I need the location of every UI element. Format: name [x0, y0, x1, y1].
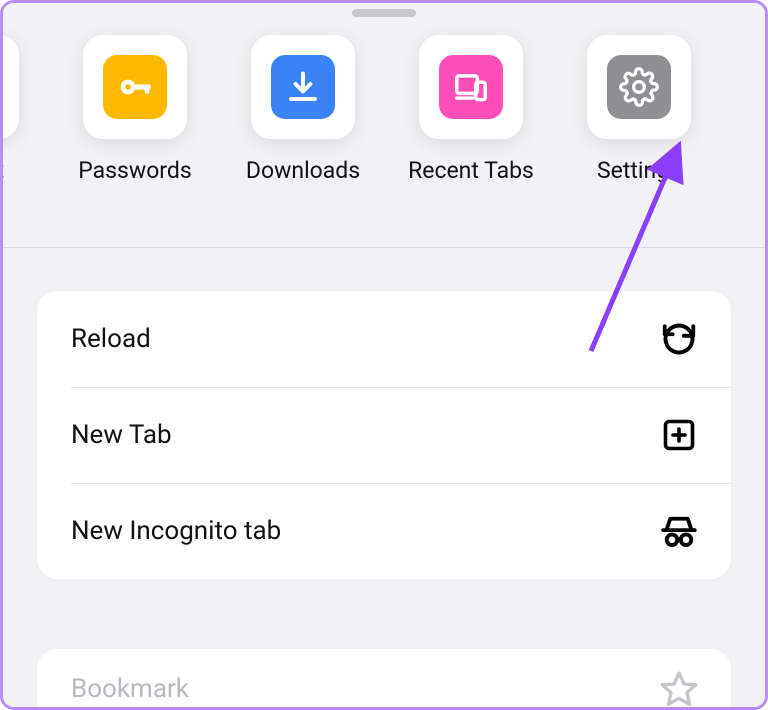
shortcut-label: ing List	[0, 157, 4, 184]
menu-label: New Incognito tab	[71, 516, 281, 546]
menu-item-new-tab[interactable]: New Tab	[37, 387, 731, 483]
shortcut-card	[419, 35, 523, 139]
menu-item-bookmark: Bookmark	[37, 649, 731, 710]
screenshot-frame: ing List Passwords	[0, 0, 768, 710]
menu-card-secondary: Bookmark	[37, 649, 731, 710]
shortcut-row[interactable]: ing List Passwords	[0, 35, 691, 184]
shortcut-reading-list[interactable]: ing List	[0, 35, 19, 184]
reload-icon	[657, 317, 701, 361]
shortcut-recent-tabs[interactable]: Recent Tabs	[419, 35, 523, 184]
shortcut-settings[interactable]: Settings	[587, 35, 691, 184]
shortcut-label: Settings	[597, 157, 681, 184]
shortcut-label: Downloads	[246, 157, 360, 184]
star-icon	[657, 667, 701, 710]
menu-label: Reload	[71, 324, 151, 354]
devices-icon	[439, 55, 503, 119]
section-divider	[3, 247, 765, 248]
shortcut-label: Passwords	[78, 157, 191, 184]
menu-item-reload[interactable]: Reload	[37, 291, 731, 387]
download-icon	[271, 55, 335, 119]
shortcut-card	[83, 35, 187, 139]
menu-item-new-incognito-tab[interactable]: New Incognito tab	[37, 483, 731, 579]
shortcut-card	[0, 35, 19, 139]
shortcut-label: Recent Tabs	[408, 157, 534, 184]
menu-sheet: ing List Passwords	[3, 3, 765, 707]
shortcut-passwords[interactable]: Passwords	[83, 35, 187, 184]
sheet-grabber[interactable]	[352, 9, 416, 17]
key-icon	[103, 55, 167, 119]
plus-square-icon	[657, 413, 701, 457]
incognito-icon	[657, 509, 701, 553]
shortcut-downloads[interactable]: Downloads	[251, 35, 355, 184]
menu-label: Bookmark	[71, 674, 189, 704]
menu-card-primary: Reload New Tab	[37, 291, 731, 579]
shortcut-card	[587, 35, 691, 139]
menu-label: New Tab	[71, 420, 172, 450]
shortcut-card	[251, 35, 355, 139]
gear-icon	[607, 55, 671, 119]
